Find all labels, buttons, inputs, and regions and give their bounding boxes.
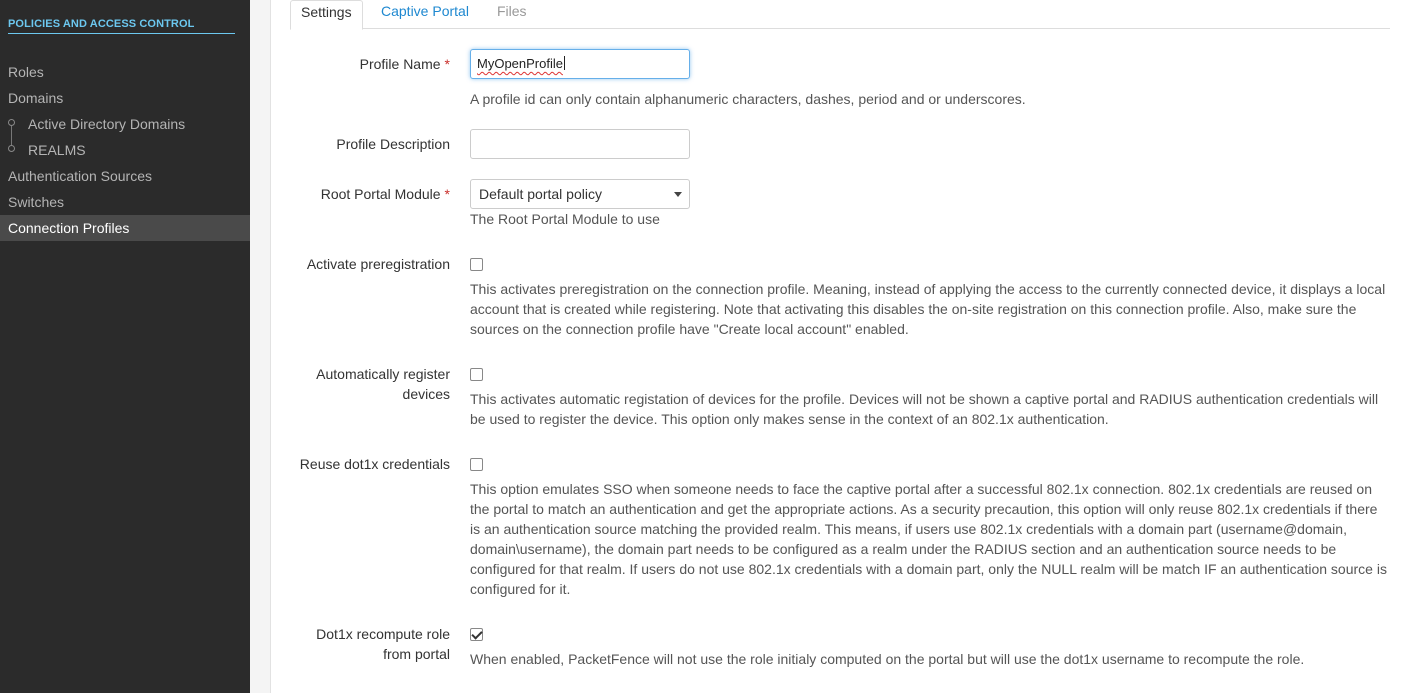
tab-captive-portal[interactable]: Captive Portal xyxy=(371,0,479,29)
sidebar-section-title: POLICIES AND ACCESS CONTROL xyxy=(8,18,235,34)
dot1x-recompute-label-line2: from portal xyxy=(383,646,450,662)
root-portal-module-label: Root Portal Module * xyxy=(320,186,450,202)
profile-name-input[interactable]: MyOpenProfile xyxy=(470,49,690,79)
dot1x-recompute-help: When enabled, PacketFence will not use t… xyxy=(470,651,1305,667)
sidebar-item-active-directory-domains[interactable]: Active Directory Domains xyxy=(0,111,250,137)
reuse-dot1x-checkbox[interactable] xyxy=(470,458,483,471)
activate-preregistration-help: This activates preregistration on the co… xyxy=(470,281,1386,337)
sidebar-item-domains[interactable]: Domains xyxy=(0,85,250,111)
sidebar-item-connection-profiles[interactable]: Connection Profiles xyxy=(0,215,250,241)
root-portal-module-select[interactable]: Default portal policy xyxy=(470,179,690,209)
sidebar-item-realms[interactable]: REALMS xyxy=(0,137,250,163)
text-caret xyxy=(563,56,565,70)
auto-register-label-line2: devices xyxy=(402,386,450,402)
content-gutter xyxy=(250,0,271,693)
reuse-dot1x-label: Reuse dot1x credentials xyxy=(299,456,450,472)
dot1x-recompute-checkbox[interactable] xyxy=(470,628,483,641)
caret-down-icon xyxy=(674,192,682,197)
dot1x-recompute-label-line1: Dot1x recompute role xyxy=(316,626,450,642)
sidebar-item-switches[interactable]: Switches xyxy=(0,189,250,215)
reuse-dot1x-help: This option emulates SSO when someone ne… xyxy=(470,481,1387,597)
profile-name-label: Profile Name * xyxy=(359,56,450,72)
profile-description-label: Profile Description xyxy=(336,136,450,152)
tab-settings[interactable]: Settings xyxy=(290,0,363,30)
sidebar-item-roles[interactable]: Roles xyxy=(0,59,250,85)
required-marker: * xyxy=(444,56,450,72)
tab-bar: Settings Captive Portal Files xyxy=(290,0,1390,30)
sidebar: POLICIES AND ACCESS CONTROL Roles Domain… xyxy=(0,0,250,693)
profile-description-input[interactable] xyxy=(470,129,690,159)
root-portal-module-help: The Root Portal Module to use xyxy=(470,211,660,227)
auto-register-label-line1: Automatically register xyxy=(316,366,450,382)
activate-preregistration-checkbox[interactable] xyxy=(470,258,483,271)
auto-register-checkbox[interactable] xyxy=(470,368,483,381)
auto-register-help: This activates automatic registation of … xyxy=(470,391,1379,427)
profile-name-help: A profile id can only contain alphanumer… xyxy=(470,91,1026,107)
required-marker: * xyxy=(444,186,450,202)
tab-files[interactable]: Files xyxy=(487,0,537,29)
sidebar-item-authentication-sources[interactable]: Authentication Sources xyxy=(0,163,250,189)
activate-preregistration-label: Activate preregistration xyxy=(306,256,450,272)
